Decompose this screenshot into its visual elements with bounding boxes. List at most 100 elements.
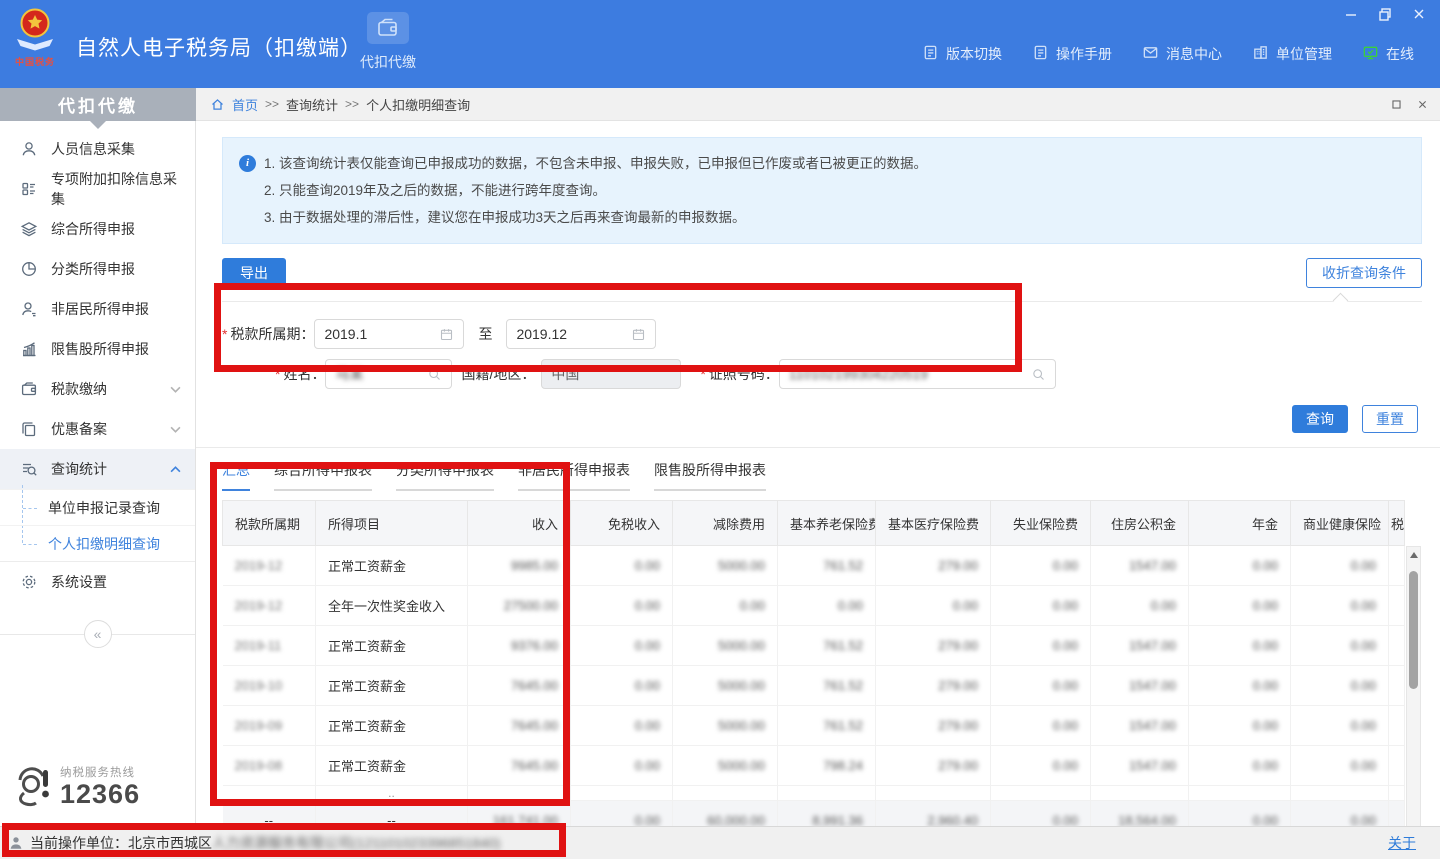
maximize-panel-icon[interactable]: [1391, 99, 1402, 110]
panel-window-controls: [1391, 88, 1428, 120]
summary-value-blurred: 18,564.00: [1118, 813, 1176, 826]
column-header[interactable]: 年金: [1189, 501, 1291, 546]
sidebar-item-tax-payment[interactable]: 税款缴纳: [0, 369, 195, 409]
sidebar-subitem-personal-withholding-detail-query[interactable]: 个人扣缴明细查询: [0, 525, 195, 561]
amount-value-blurred: 5000.00: [718, 638, 765, 653]
table-row[interactable]: 2019-10正常工资薪金7645.000.005000.00761.52279…: [223, 666, 1405, 706]
sidebar-item-special-deduction-collection[interactable]: 专项附加扣除信息采集: [0, 169, 195, 209]
column-header[interactable]: 失业保险费: [991, 501, 1091, 546]
about-link[interactable]: 关于: [1388, 833, 1416, 853]
sidebar-item-personnel-info-collection[interactable]: 人员信息采集: [0, 129, 195, 169]
sidebar-item-label: 优惠备案: [51, 419, 107, 439]
toolbar-divider: [222, 301, 1422, 302]
cell-amount: 0.00: [571, 546, 673, 586]
header-menu-unit-management[interactable]: 单位管理: [1252, 44, 1332, 64]
amount-value-blurred: 9376.00: [511, 638, 558, 653]
column-header[interactable]: 所得项目: [316, 501, 468, 546]
column-header[interactable]: 免税收入: [571, 501, 673, 546]
pie-chart-icon: [20, 260, 38, 278]
header-menu: 版本切换 操作手册 消息中心 单位管理 在线: [922, 44, 1414, 64]
cell-amount: 0.00: [991, 626, 1091, 666]
person-icon: [20, 140, 38, 158]
cell-amount: 0.00: [571, 586, 673, 626]
search-icon[interactable]: [1031, 367, 1046, 382]
vertical-scroll-thumb[interactable]: [1409, 571, 1418, 689]
column-header[interactable]: 商业健康保险: [1291, 501, 1389, 546]
table-row[interactable]: 2019-11正常工资薪金9376.000.005000.00761.52279…: [223, 626, 1405, 666]
search-icon[interactable]: [427, 367, 442, 382]
online-label: 在线: [1386, 44, 1414, 64]
result-tabs: 汇总综合所得申报表分类所得申报表非居民所得申报表限售股所得申报表: [222, 460, 1422, 491]
period-from-input[interactable]: 2019.1: [314, 319, 464, 349]
cell-amount: 279.00: [876, 746, 991, 786]
column-header[interactable]: 基本养老保险费: [778, 501, 876, 546]
name-input[interactable]: 马某: [325, 359, 452, 389]
cell-amount: 0.00: [991, 586, 1091, 626]
table-row[interactable]: 2019-09正常工资薪金7645.000.005000.00761.52279…: [223, 706, 1405, 746]
header-menu-message-center[interactable]: 消息中心: [1142, 44, 1222, 64]
sidebar-item-comprehensive-income-declaration[interactable]: 综合所得申报: [0, 209, 195, 249]
cell-amount: 0.00: [571, 626, 673, 666]
amount-value-blurred: 0.00: [1053, 718, 1078, 733]
tab-summary[interactable]: 汇总: [222, 460, 250, 491]
scroll-up-icon[interactable]: [1407, 548, 1420, 562]
header-menu-version-switch[interactable]: 版本切换: [922, 44, 1002, 64]
sidebar-item-query-statistics[interactable]: 查询统计: [0, 449, 195, 489]
tab-nonresident[interactable]: 非居民所得申报表: [518, 460, 630, 491]
sidebar-item-nonresident-income-declaration[interactable]: 非居民所得申报: [0, 289, 195, 329]
header-menu-label: 单位管理: [1276, 44, 1332, 64]
header-tab-withholding[interactable]: 代扣代缴: [348, 12, 428, 72]
sidebar-item-classified-income-declaration[interactable]: 分类所得申报: [0, 249, 195, 289]
column-header[interactable]: 基本医疗保险费: [876, 501, 991, 546]
collapse-query-button[interactable]: 收折查询条件: [1306, 258, 1422, 288]
amount-value-blurred: 1547.00: [1129, 758, 1176, 773]
sidebar-collapse-button[interactable]: «: [84, 620, 112, 648]
cell-period: 2019-09: [223, 706, 316, 746]
tab-restricted[interactable]: 限售股所得申报表: [654, 460, 766, 491]
sidebar-item-system-settings[interactable]: 系统设置: [0, 562, 195, 602]
amount-value-blurred: 0.00: [1351, 638, 1376, 653]
column-header[interactable]: 收入: [468, 501, 571, 546]
minimize-icon[interactable]: [1338, 5, 1364, 23]
column-header[interactable]: 住房公积金: [1091, 501, 1189, 546]
cell-period: 2019-12: [223, 586, 316, 626]
column-header[interactable]: 税款所属期: [223, 501, 316, 546]
summary-amount: 60,000.00: [673, 801, 778, 827]
notice-box: i 1. 该查询统计表仅能查询已申报成功的数据，不包含未申报、申报失败，已申报但…: [222, 137, 1422, 244]
table-row[interactable]: 2019-08正常工资薪金7645.000.005000.00798.24279…: [223, 746, 1405, 786]
column-header[interactable]: 税: [1389, 501, 1405, 546]
reset-button[interactable]: 重置: [1362, 405, 1418, 433]
window-controls: [1338, 5, 1432, 23]
amount-value-blurred: 5000.00: [718, 678, 765, 693]
mail-icon: [1142, 44, 1159, 64]
close-panel-icon[interactable]: [1417, 99, 1428, 110]
partial-cell: [876, 786, 991, 801]
amount-value-blurred: 761.52: [823, 558, 863, 573]
cell-amount: 5000.00: [673, 546, 778, 586]
header-menu-operation-manual[interactable]: 操作手册: [1032, 44, 1112, 64]
table-row[interactable]: 2019-12全年一次性奖金收入27500.000.000.000.000.00…: [223, 586, 1405, 626]
cell-amount: 761.52: [778, 706, 876, 746]
cell-period: 2019-11: [223, 626, 316, 666]
amount-value-blurred: 27500.00: [504, 598, 558, 613]
summary-amount: 0.00: [1189, 801, 1291, 827]
sidebar-item-restricted-stock-declaration[interactable]: 限售股所得申报: [0, 329, 195, 369]
export-button[interactable]: 导出: [222, 258, 286, 288]
summary-amount: 2,960.40: [876, 801, 991, 827]
sidebar-subitem-unit-declaration-record-query[interactable]: 单位申报记录查询: [0, 489, 195, 525]
sidebar-item-preference-filing[interactable]: 优惠备案: [0, 409, 195, 449]
cell-amount: 0.00: [1189, 706, 1291, 746]
column-header[interactable]: 减除费用: [673, 501, 778, 546]
restore-icon[interactable]: [1372, 5, 1398, 23]
query-button[interactable]: 查询: [1292, 405, 1348, 433]
breadcrumb-home[interactable]: 首页: [232, 95, 258, 114]
period-to-input[interactable]: 2019.12: [506, 319, 656, 349]
partial-cell: ..: [316, 786, 468, 801]
close-icon[interactable]: [1406, 5, 1432, 23]
tab-classified[interactable]: 分类所得申报表: [396, 460, 494, 491]
tab-comprehensive[interactable]: 综合所得申报表: [274, 460, 372, 491]
id-number-input[interactable]: 110102199304220519: [779, 359, 1056, 389]
vertical-scrollbar[interactable]: [1406, 546, 1421, 826]
table-row[interactable]: 2019-12正常工资薪金9985.000.005000.00761.52279…: [223, 546, 1405, 586]
copy-icon: [20, 420, 38, 438]
